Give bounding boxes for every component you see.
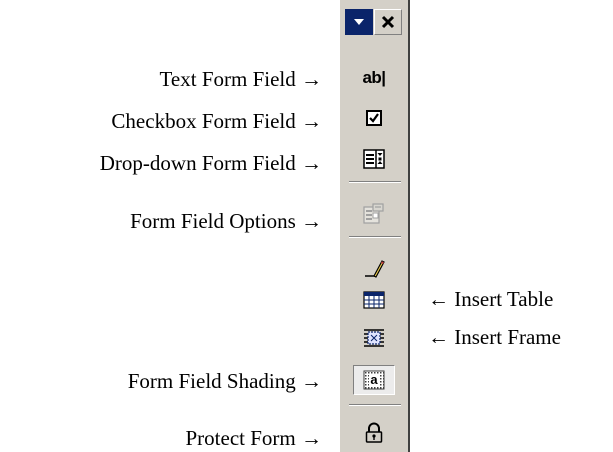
- drop-down-form-field-callout: Drop-down Form Field →: [99, 151, 322, 175]
- draw-table-button[interactable]: [353, 253, 395, 283]
- form-field-options-button[interactable]: [353, 199, 395, 229]
- checkbox-form-field-button[interactable]: [353, 103, 395, 133]
- close-icon: [381, 15, 395, 29]
- drop-down-form-field-button[interactable]: [353, 144, 395, 174]
- checkbox-form-field-callout: Checkbox Form Field →: [111, 109, 322, 133]
- insert-table-button[interactable]: [353, 285, 395, 315]
- insert-frame-callout: ← Insert Frame: [428, 325, 561, 349]
- ab-text-icon: ab|: [362, 68, 386, 87]
- pencil-icon: [365, 260, 385, 278]
- svg-text:a: a: [370, 372, 378, 387]
- frame-icon: [364, 329, 384, 347]
- toolbar-separator: [349, 181, 401, 183]
- text-form-field-callout: Text Form Field →: [159, 67, 322, 91]
- form-field-shading-callout: Form Field Shading →: [127, 369, 322, 393]
- protect-form-callout: Protect Form →: [185, 426, 323, 450]
- text-form-field-button[interactable]: ab|: [353, 63, 395, 93]
- toolbar-titlebar: [345, 9, 403, 35]
- shaded-a-icon: a: [363, 370, 385, 390]
- checkbox-icon: [366, 110, 382, 126]
- chevron-down-icon: [354, 19, 364, 25]
- properties-icon: [363, 203, 384, 224]
- insert-table-callout: ← Insert Table: [428, 287, 554, 311]
- insert-frame-button[interactable]: [353, 323, 395, 353]
- protect-form-button[interactable]: [353, 418, 395, 448]
- padlock-icon: [365, 422, 383, 443]
- toolbar-separator: [349, 404, 401, 406]
- toolbar-options-button[interactable]: [345, 9, 373, 35]
- form-field-shading-button[interactable]: a: [353, 365, 395, 395]
- toolbar-separator: [349, 236, 401, 238]
- toolbar-edge: [408, 0, 410, 452]
- dropdown-list-icon: [363, 149, 385, 169]
- form-field-options-callout: Form Field Options →: [130, 209, 322, 233]
- toolbar-close-button[interactable]: [374, 9, 402, 35]
- table-grid-icon: [363, 291, 385, 309]
